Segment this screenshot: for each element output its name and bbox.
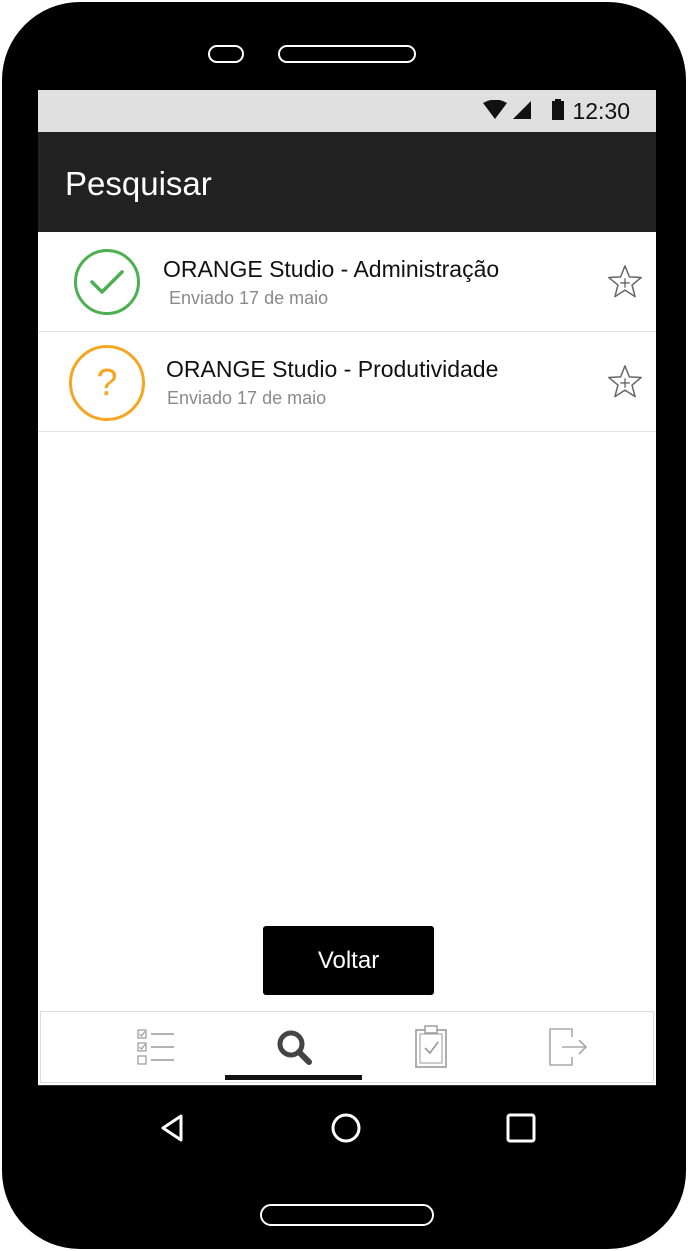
front-camera bbox=[208, 45, 244, 63]
active-tab-indicator bbox=[225, 1075, 362, 1080]
list-item-subtitle: Enviado 17 de maio bbox=[167, 388, 327, 408]
star-outline-icon[interactable] bbox=[606, 363, 644, 401]
nav-item-logout[interactable] bbox=[499, 1012, 636, 1082]
nav-item-search[interactable] bbox=[225, 1012, 362, 1082]
status-completed-badge bbox=[74, 249, 140, 315]
status-pending-badge: ? bbox=[69, 345, 145, 421]
app-bar: Pesquisar bbox=[38, 132, 656, 232]
battery-icon bbox=[552, 99, 564, 120]
nav-item-checklist[interactable] bbox=[87, 1012, 224, 1082]
system-back-button[interactable] bbox=[133, 1086, 213, 1168]
bottom-nav bbox=[40, 1011, 654, 1083]
back-triangle-icon bbox=[161, 1114, 183, 1141]
search-icon bbox=[277, 1030, 312, 1065]
star-outline-icon[interactable] bbox=[606, 263, 644, 301]
question-mark-icon: ? bbox=[96, 362, 118, 404]
list-item[interactable]: ? ORANGE Studio - Produtividade Enviado … bbox=[38, 332, 656, 432]
hardware-home-indicator bbox=[260, 1204, 434, 1226]
nav-item-clipboard[interactable] bbox=[362, 1012, 499, 1082]
screen: 12:30 Pesquisar ORANGE Studio - Administ… bbox=[38, 90, 656, 1168]
logout-icon bbox=[548, 1028, 587, 1066]
back-button[interactable]: Voltar bbox=[263, 926, 434, 995]
clipboard-check-icon bbox=[414, 1025, 447, 1068]
list-item-title: ORANGE Studio - Produtividade bbox=[166, 356, 499, 382]
earpiece-speaker bbox=[278, 45, 416, 63]
checklist-icon bbox=[136, 1029, 174, 1065]
check-icon bbox=[90, 270, 124, 294]
results-list: ORANGE Studio - Administração Enviado 17… bbox=[38, 232, 656, 432]
phone-frame: 12:30 Pesquisar ORANGE Studio - Administ… bbox=[2, 2, 686, 1249]
page-title: Pesquisar bbox=[65, 165, 212, 202]
system-nav-bar bbox=[38, 1085, 656, 1168]
status-time: 12:30 bbox=[572, 98, 630, 124]
home-circle-icon bbox=[331, 1113, 361, 1142]
list-item-title: ORANGE Studio - Administração bbox=[163, 256, 500, 282]
wifi-icon bbox=[483, 100, 507, 119]
status-bar: 12:30 bbox=[38, 90, 656, 132]
status-icons bbox=[482, 98, 568, 122]
system-home-button[interactable] bbox=[306, 1086, 386, 1168]
system-recents-button[interactable] bbox=[481, 1086, 561, 1168]
recents-square-icon bbox=[506, 1113, 536, 1142]
cellular-signal-icon bbox=[513, 101, 531, 119]
list-item-subtitle: Enviado 17 de maio bbox=[169, 288, 329, 308]
list-item[interactable]: ORANGE Studio - Administração Enviado 17… bbox=[38, 232, 656, 332]
